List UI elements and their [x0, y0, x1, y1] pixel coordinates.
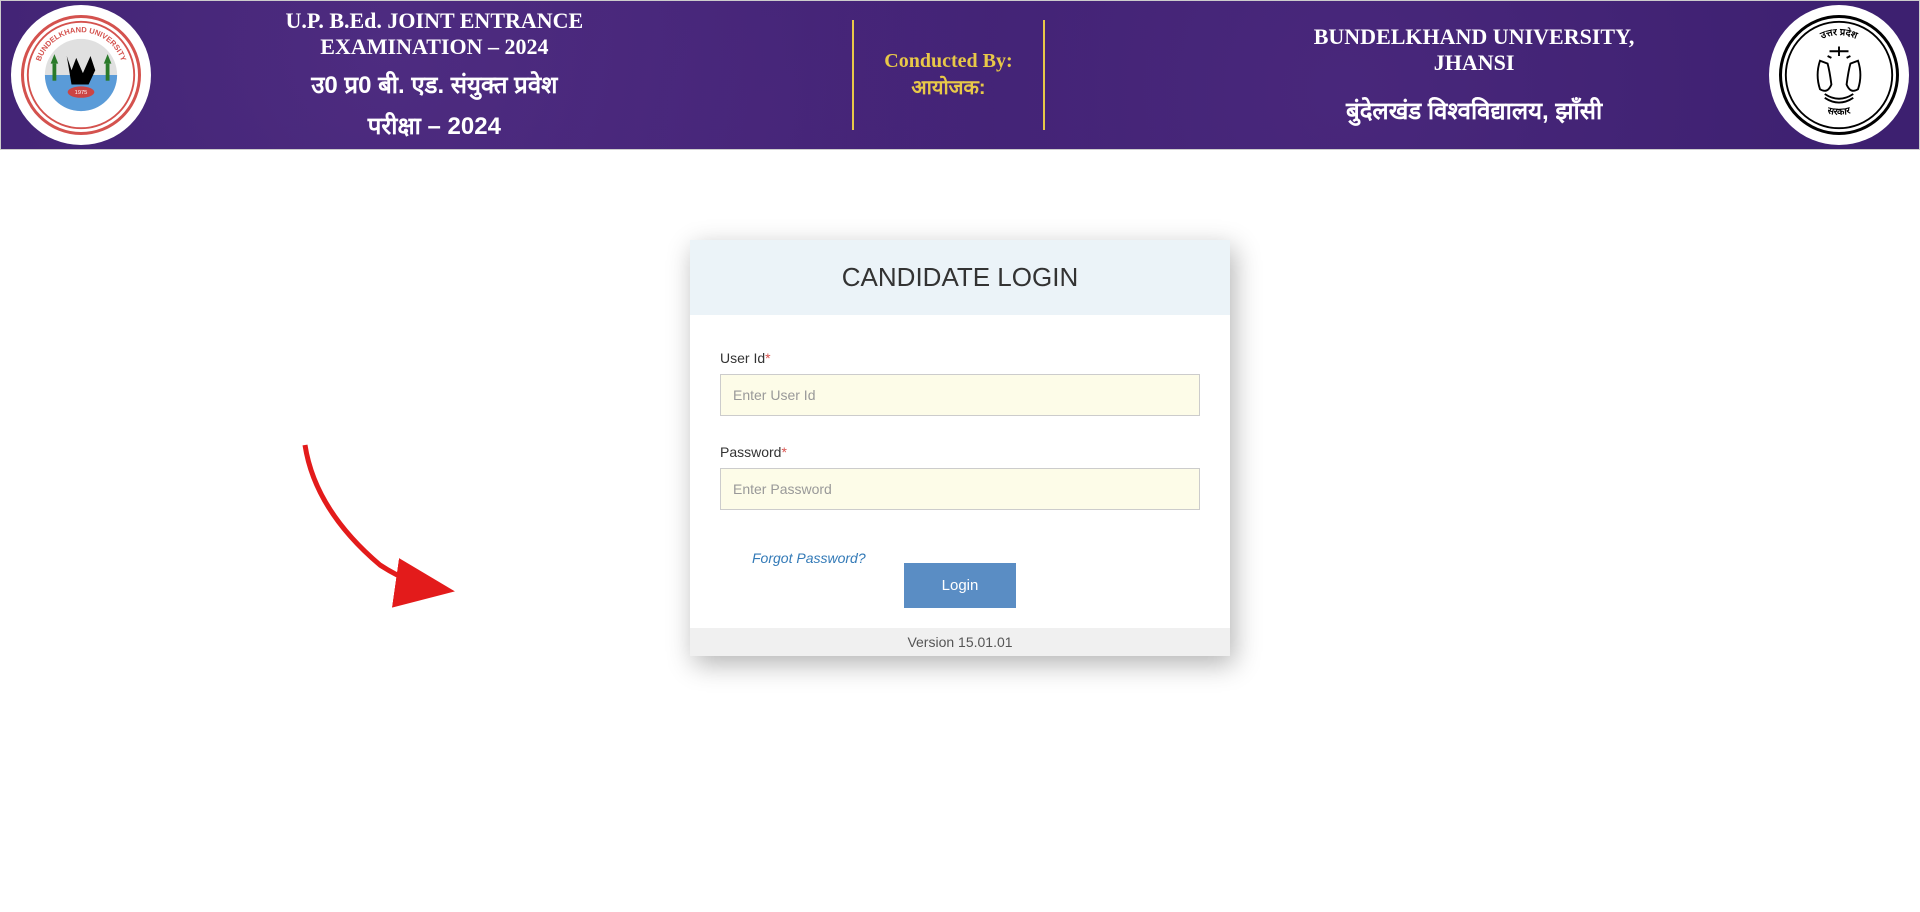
userid-label: User Id* [720, 350, 1200, 366]
university-title-en-line2: JHANSI [1314, 50, 1635, 76]
login-box: CANDIDATE LOGIN User Id* Password* Forgo… [690, 240, 1230, 656]
university-title-hi: बुंदेलखंड विश्वविद्यालय, झाँसी [1314, 94, 1635, 127]
form-actions: Forgot Password? Login [720, 550, 1200, 608]
svg-text:उत्तर प्रदेश: उत्तर प्रदेश [1818, 26, 1859, 42]
password-input[interactable] [720, 468, 1200, 510]
university-logo-left: BUNDELKHAND UNIVERSITY 1975 [11, 5, 151, 145]
userid-input[interactable] [720, 374, 1200, 416]
forgot-password-link[interactable]: Forgot Password? [752, 550, 866, 566]
up-govt-emblem-icon: उत्तर प्रदेश सरकार [1782, 15, 1896, 135]
userid-group: User Id* [720, 350, 1200, 416]
exam-title-en-line2: EXAMINATION – 2024 [286, 34, 584, 60]
password-label: Password* [720, 444, 1200, 460]
conducted-by-block: Conducted By: आयोजक: [852, 20, 1044, 130]
exam-title-en-line1: U.P. B.Ed. JOINT ENTRANCE [286, 8, 584, 34]
annotation-arrow-icon [290, 440, 470, 610]
login-container: CANDIDATE LOGIN User Id* Password* Forgo… [0, 240, 1920, 656]
exam-title-block: U.P. B.Ed. JOINT ENTRANCE EXAMINATION – … [286, 8, 584, 142]
university-title-block: BUNDELKHAND UNIVERSITY, JHANSI बुंदेलखंड… [1314, 24, 1635, 127]
conducted-by-en: Conducted By: [884, 50, 1012, 73]
svg-text:1975: 1975 [75, 90, 88, 96]
login-button[interactable]: Login [904, 563, 1017, 608]
login-form: User Id* Password* Forgot Password? Logi… [690, 315, 1230, 628]
up-govt-logo: उत्तर प्रदेश सरकार [1769, 5, 1909, 145]
exam-title-hi-line2: परीक्षा – 2024 [286, 109, 584, 142]
conducted-by-hi: आयोजक: [884, 73, 1012, 100]
page-header: BUNDELKHAND UNIVERSITY 1975 U.P. B.Ed. J… [0, 0, 1920, 150]
password-group: Password* [720, 444, 1200, 510]
exam-title-hi-line1: उ0 प्र0 बी. एड. संयुक्त प्रवेश [286, 68, 584, 101]
version-footer: Version 15.01.01 [690, 628, 1230, 656]
university-title-en-line1: BUNDELKHAND UNIVERSITY, [1314, 24, 1635, 50]
bundelkhand-logo-icon: BUNDELKHAND UNIVERSITY 1975 [24, 15, 138, 135]
svg-text:सरकार: सरकार [1826, 105, 1853, 118]
login-header: CANDIDATE LOGIN [690, 240, 1230, 315]
login-title: CANDIDATE LOGIN [712, 262, 1208, 293]
